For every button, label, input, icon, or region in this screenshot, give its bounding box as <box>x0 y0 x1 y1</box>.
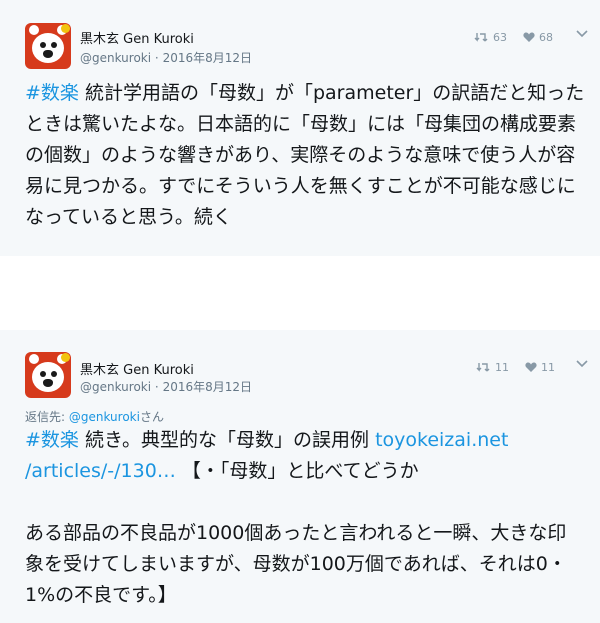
like-button[interactable]: 11 <box>525 361 555 374</box>
url-link-domain[interactable]: toyokeizai.net <box>375 429 508 451</box>
retweet-button[interactable]: 63 <box>474 31 507 44</box>
retweet-button[interactable]: 11 <box>476 361 509 374</box>
tweet-body: 統計学用語の「母数」が「parameter」の訳語だと知ったときは驚いたよな。日… <box>25 82 585 228</box>
tweet-body-1: 続き。典型的な「母数」の誤用例 <box>78 429 376 451</box>
chevron-down-icon <box>576 360 588 368</box>
reply-prefix: 返信先: <box>25 410 69 424</box>
handle-and-date: @genkuroki · 2016年8月12日 <box>80 378 252 395</box>
avatar[interactable] <box>25 23 71 69</box>
tweet-card: 黒木玄 Gen Kuroki @genkuroki · 2016年8月12日 1… <box>0 330 600 623</box>
avatar[interactable] <box>25 352 71 398</box>
handle[interactable]: @genkuroki <box>80 51 151 65</box>
separator: · <box>154 380 159 394</box>
tweet-text: #数楽 続き。典型的な「母数」の誤用例 toyokeizai.net /arti… <box>25 425 585 611</box>
menu-button[interactable] <box>576 30 588 38</box>
menu-button[interactable] <box>576 360 588 368</box>
chevron-down-icon <box>576 30 588 38</box>
reply-suffix: さん <box>139 410 164 424</box>
handle-and-date: @genkuroki · 2016年8月12日 <box>80 49 252 66</box>
display-name[interactable]: 黒木玄 Gen Kuroki <box>80 28 194 47</box>
tweet-date[interactable]: 2016年8月12日 <box>163 380 252 394</box>
tweet-body-3: ある部品の不良品が1000個あったと言われると一瞬、大きな印象を受けてしまいます… <box>25 522 567 606</box>
like-button[interactable]: 68 <box>523 31 553 44</box>
tweet-text: #数楽 統計学用語の「母数」が「parameter」の訳語だと知ったときは驚いた… <box>25 78 585 233</box>
retweet-icon <box>476 363 490 372</box>
retweet-icon <box>474 33 488 42</box>
tweet-date[interactable]: 2016年8月12日 <box>163 51 252 65</box>
url-link-path[interactable]: /articles/-/130… <box>25 460 176 482</box>
tweet-body-2: 【・「母数」と比べてどうか <box>175 460 419 482</box>
heart-icon <box>525 362 537 372</box>
tweet-card: 黒木玄 Gen Kuroki @genkuroki · 2016年8月12日 6… <box>0 0 600 256</box>
like-count: 68 <box>539 31 553 44</box>
retweet-count: 63 <box>493 31 507 44</box>
heart-icon <box>523 32 535 42</box>
separator: · <box>154 51 159 65</box>
retweet-count: 11 <box>495 361 509 374</box>
display-name[interactable]: 黒木玄 Gen Kuroki <box>80 359 194 378</box>
hashtag-link[interactable]: #数楽 <box>25 82 79 104</box>
reply-handle-link[interactable]: @genkuroki <box>69 410 140 424</box>
reply-to-line: 返信先: @genkurokiさん <box>25 408 164 425</box>
hashtag-link[interactable]: #数楽 <box>25 429 79 451</box>
handle[interactable]: @genkuroki <box>80 380 151 394</box>
like-count: 11 <box>541 361 555 374</box>
